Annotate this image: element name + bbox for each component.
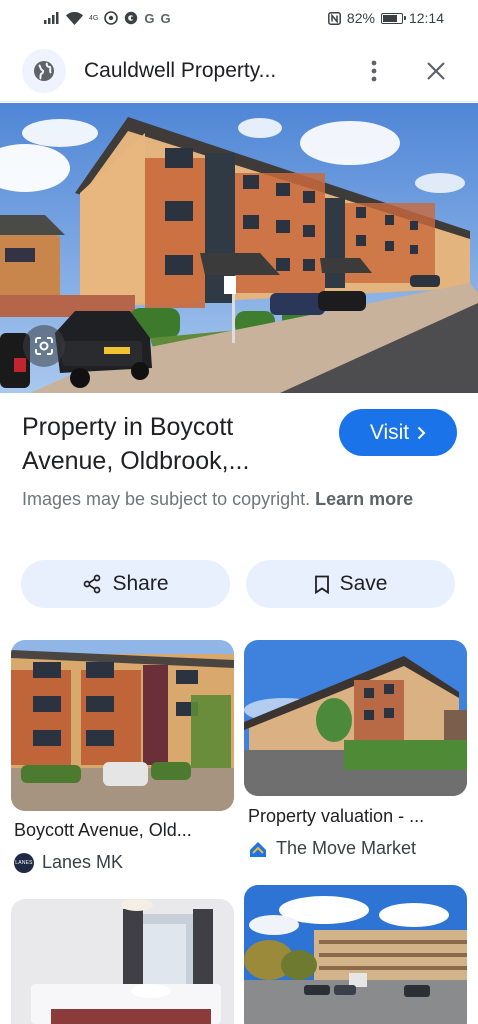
- battery-percent: 82%: [346, 10, 375, 26]
- lens-icon: [35, 337, 53, 355]
- more-options-button[interactable]: [354, 51, 394, 91]
- viewer-header: Cauldwell Property...: [0, 40, 478, 102]
- related-source-name-2: The Move Market: [276, 838, 417, 858]
- chevron-right-icon: [417, 426, 426, 439]
- related-image-1[interactable]: [11, 640, 234, 811]
- related-source-name-1: Lanes MK: [42, 852, 124, 872]
- copyright-text: Images may be subject to copyright.: [22, 489, 311, 509]
- nfc-icon: [104, 11, 119, 25]
- wifi-icon: [66, 11, 83, 25]
- save-button[interactable]: Save: [246, 560, 455, 608]
- main-property-image[interactable]: [0, 103, 478, 393]
- google-g-icon: G: [144, 10, 155, 26]
- bookmark-icon: [314, 575, 329, 594]
- share-icon: [84, 574, 101, 594]
- globe-icon: [34, 60, 54, 81]
- related-image-3[interactable]: [11, 899, 234, 1024]
- more-vert-icon: [371, 60, 377, 81]
- nfc-n-icon: [327, 11, 341, 25]
- app-c-icon: [124, 11, 138, 25]
- save-label: Save: [339, 572, 388, 595]
- battery-level: [382, 14, 397, 22]
- visit-button[interactable]: Visit: [339, 409, 457, 456]
- learn-more-link[interactable]: Learn more: [315, 489, 413, 509]
- lanes-mk-logo: LANES: [14, 852, 34, 873]
- share-button[interactable]: Share: [21, 560, 230, 608]
- related-image-2[interactable]: [244, 640, 467, 796]
- network-type-label: 4G: [89, 14, 99, 22]
- battery-icon: [380, 12, 406, 24]
- signal-icon: [44, 12, 60, 24]
- clock: 12:14: [408, 10, 444, 26]
- site-icon: [22, 48, 66, 93]
- status-left: 4G G G: [44, 11, 171, 26]
- google-lens-button[interactable]: [23, 325, 65, 367]
- close-icon: [427, 61, 445, 80]
- result-title: Property in Boycott Avenue, Oldbrook,...: [22, 413, 250, 475]
- page-title: Cauldwell Property...: [84, 58, 277, 82]
- related-source-1[interactable]: LANES Lanes MK: [14, 852, 123, 873]
- share-label: Share: [112, 572, 169, 595]
- google-g-icon-2: G: [160, 10, 171, 26]
- copyright-notice: Images may be subject to copyright. Lear…: [22, 485, 462, 514]
- close-button[interactable]: [416, 51, 456, 91]
- visit-label: Visit: [369, 420, 410, 444]
- related-source-2[interactable]: The Move Market: [248, 838, 416, 859]
- move-market-logo-icon: [250, 841, 266, 857]
- status-bar: 4G G G 82% 12:14: [0, 0, 478, 36]
- status-right: 82% 12:14: [327, 10, 444, 26]
- related-image-4[interactable]: [244, 885, 467, 1024]
- related-title-2[interactable]: Property valuation - ...: [248, 806, 424, 827]
- related-title-1[interactable]: Boycott Avenue, Old...: [14, 820, 192, 841]
